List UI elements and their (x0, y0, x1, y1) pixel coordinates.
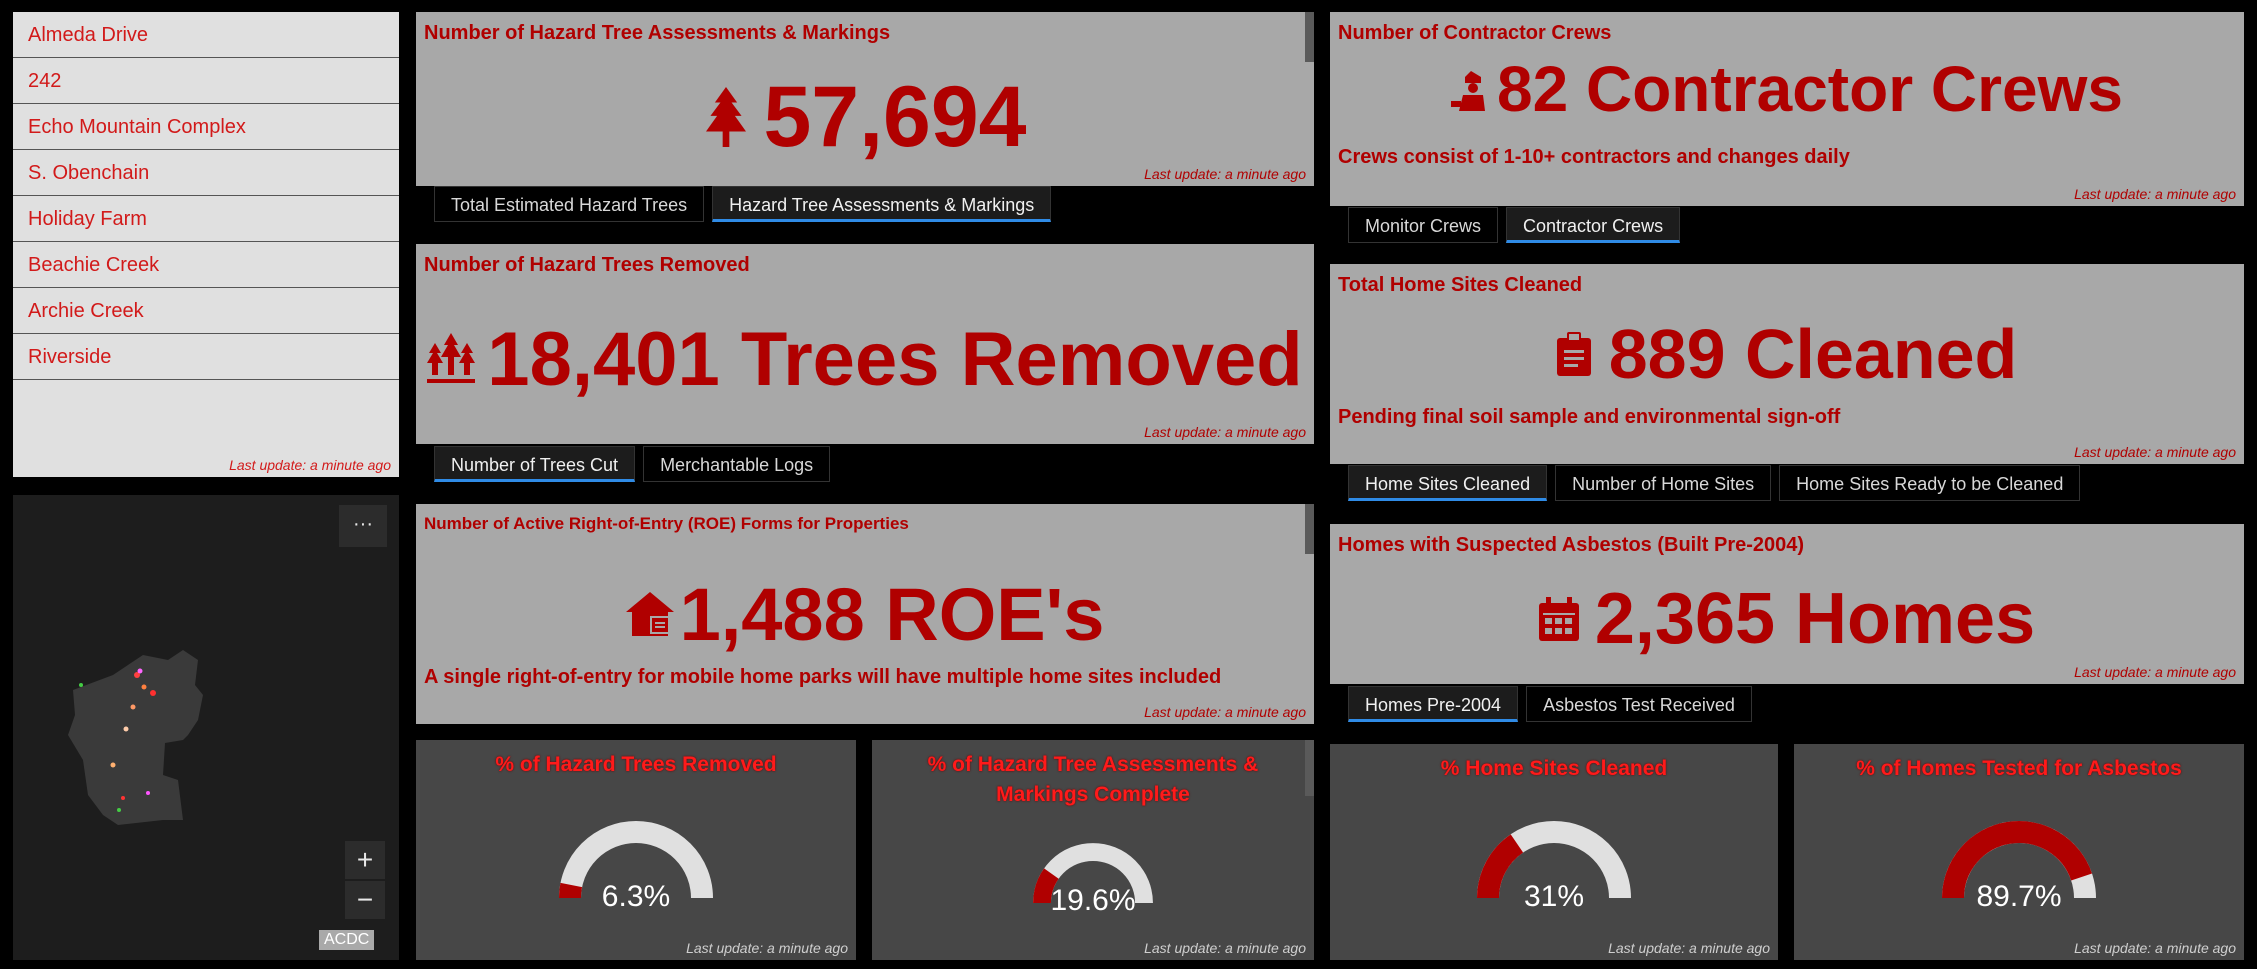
tab[interactable]: Asbestos Test Received (1526, 686, 1752, 722)
assessments-panel: Number of Hazard Tree Assessments & Mark… (416, 12, 1314, 186)
tab[interactable]: Number of Trees Cut (434, 446, 636, 482)
tab[interactable]: Home Sites Cleaned (1348, 465, 1548, 501)
incident-list-item[interactable]: S. Obenchain (13, 150, 399, 196)
panel-title: Total Home Sites Cleaned (1338, 274, 1583, 296)
last-update: Last update: a minute ago (229, 457, 391, 473)
last-update: Last update: a minute ago (1144, 424, 1306, 440)
scrollbar[interactable] (1305, 12, 1314, 62)
asbestos-panel: Homes with Suspected Asbestos (Built Pre… (1330, 524, 2244, 684)
last-update: Last update: a minute ago (1144, 166, 1306, 182)
gauge-panel: % of Hazard Trees Removed 6.3% Last upda… (416, 740, 856, 960)
panel-note: Pending final soil sample and environmen… (1338, 406, 1841, 428)
zoom-out-button[interactable]: − (345, 881, 385, 919)
home-form-icon (625, 592, 674, 636)
removed-panel: Number of Hazard Trees Removed 18,401 Tr… (416, 244, 1314, 444)
crews-tabs: Monitor Crews Contractor Crews (1348, 207, 1681, 243)
panel-title: Homes with Suspected Asbestos (Built Pre… (1338, 534, 1805, 556)
panel-title: Number of Active Right-of-Entry (ROE) Fo… (424, 514, 909, 533)
panel-title: Number of Hazard Trees Removed (424, 254, 750, 276)
tab[interactable]: Homes Pre-2004 (1348, 686, 1519, 722)
last-update: Last update: a minute ago (2074, 664, 2236, 680)
last-update: Last update: a minute ago (2074, 186, 2236, 202)
incident-list-item[interactable]: Almeda Drive (13, 12, 399, 58)
removed-tabs: Number of Trees Cut Merchantable Logs (434, 446, 831, 482)
tab[interactable]: Home Sites Ready to be Cleaned (1779, 465, 2081, 501)
crews-panel: Number of Contractor Crews 82 Contractor… (1330, 12, 2244, 206)
big-number: 1,488 ROE's (416, 564, 1314, 664)
gauge-value: 6.3% (601, 880, 671, 913)
incident-list-item[interactable]: 242 (13, 58, 399, 104)
clipboard-icon (1556, 332, 1591, 376)
value: 889 Cleaned (1608, 315, 2018, 393)
asbestos-tabs: Homes Pre-2004 Asbestos Test Received (1348, 686, 1752, 722)
panel-title: Number of Hazard Tree Assessments & Mark… (424, 22, 891, 44)
scrollbar[interactable] (1305, 504, 1314, 554)
incident-list: Almeda Drive 242 Echo Mountain Complex S. O… (13, 12, 399, 477)
incident-list-item[interactable]: Archie Creek (13, 288, 399, 334)
tab[interactable]: Number of Home Sites (1555, 465, 1772, 501)
gauge-panel: % of Homes Tested for Asbestos 89.7% Las… (1794, 744, 2244, 960)
incident-list-item[interactable]: Riverside (13, 334, 399, 380)
roe-panel: Number of Active Right-of-Entry (ROE) Fo… (416, 504, 1314, 724)
last-update: Last update: a minute ago (1144, 704, 1306, 720)
incident-list-item[interactable]: Holiday Farm (13, 196, 399, 242)
last-update: Last update: a minute ago (1608, 940, 1770, 956)
last-update: Last update: a minute ago (2074, 444, 2236, 460)
homesites-tabs: Home Sites Cleaned Number of Home Sites Ho… (1348, 465, 2081, 501)
value: 1,488 ROE's (679, 572, 1105, 656)
gauge-title: % of Homes Tested for Asbestos (1856, 757, 2182, 780)
gauge-panel: % of Hazard Tree Assessments & Markings … (872, 740, 1314, 960)
worker-icon (1451, 71, 1486, 111)
value: 82 Contractor Crews (1497, 53, 2123, 125)
last-update: Last update: a minute ago (686, 940, 848, 956)
calendar-icon (1538, 597, 1579, 641)
last-update: Last update: a minute ago (1144, 940, 1306, 956)
incident-list-item[interactable]: Echo Mountain Complex (13, 104, 399, 150)
tab[interactable]: Merchantable Logs (643, 446, 831, 482)
big-number: 2,365 Homes (1330, 574, 2244, 664)
gauge-panel: % Home Sites Cleaned 31% Last update: a … (1330, 744, 1778, 960)
map-attribution: ACDC (319, 930, 375, 950)
homesites-panel: Total Home Sites Cleaned 889 Cleaned Pen… (1330, 264, 2244, 464)
value: 18,401 Trees Removed (487, 316, 1303, 402)
tab[interactable]: Contractor Crews (1506, 207, 1681, 243)
panel-note: A single right-of-entry for mobile home … (424, 666, 1222, 688)
big-number: 82 Contractor Crews (1330, 53, 2244, 125)
last-update: Last update: a minute ago (2074, 940, 2236, 956)
incident-list-item[interactable]: Beachie Creek (13, 242, 399, 288)
gauge-title: % of Hazard Trees Removed (495, 753, 777, 776)
trees-cut-icon (427, 333, 476, 383)
value: 57,694 (763, 68, 1027, 165)
map-panel[interactable]: ··· + − ACDC (13, 495, 399, 960)
big-number: 889 Cleaned (1330, 306, 2244, 402)
gauge-title: % Home Sites Cleaned (1440, 757, 1668, 780)
tab[interactable]: Hazard Tree Assessments & Markings (712, 186, 1052, 222)
assessments-tabs: Total Estimated Hazard Trees Hazard Tree … (434, 186, 1052, 222)
panel-note: Crews consist of 1-10+ contractors and c… (1338, 146, 1850, 168)
tree-icon (706, 87, 747, 147)
big-number: 57,694 (416, 67, 1314, 167)
tab[interactable]: Total Estimated Hazard Trees (434, 186, 705, 222)
zoom-in-button[interactable]: + (345, 841, 385, 879)
big-number: 18,401 Trees Removed (416, 304, 1314, 414)
map-fire-areas (68, 650, 203, 825)
gauge-value: 19.6% (1050, 884, 1136, 917)
gauge-value: 89.7% (1976, 880, 2062, 913)
gauge-value: 31% (1523, 880, 1585, 913)
more-options-button[interactable]: ··· (339, 505, 387, 547)
gauge-title: % of Hazard Tree Assessments & Markings … (927, 753, 1259, 806)
value: 2,365 Homes (1594, 579, 2036, 659)
panel-title: Number of Contractor Crews (1338, 22, 1612, 44)
tab[interactable]: Monitor Crews (1348, 207, 1499, 243)
